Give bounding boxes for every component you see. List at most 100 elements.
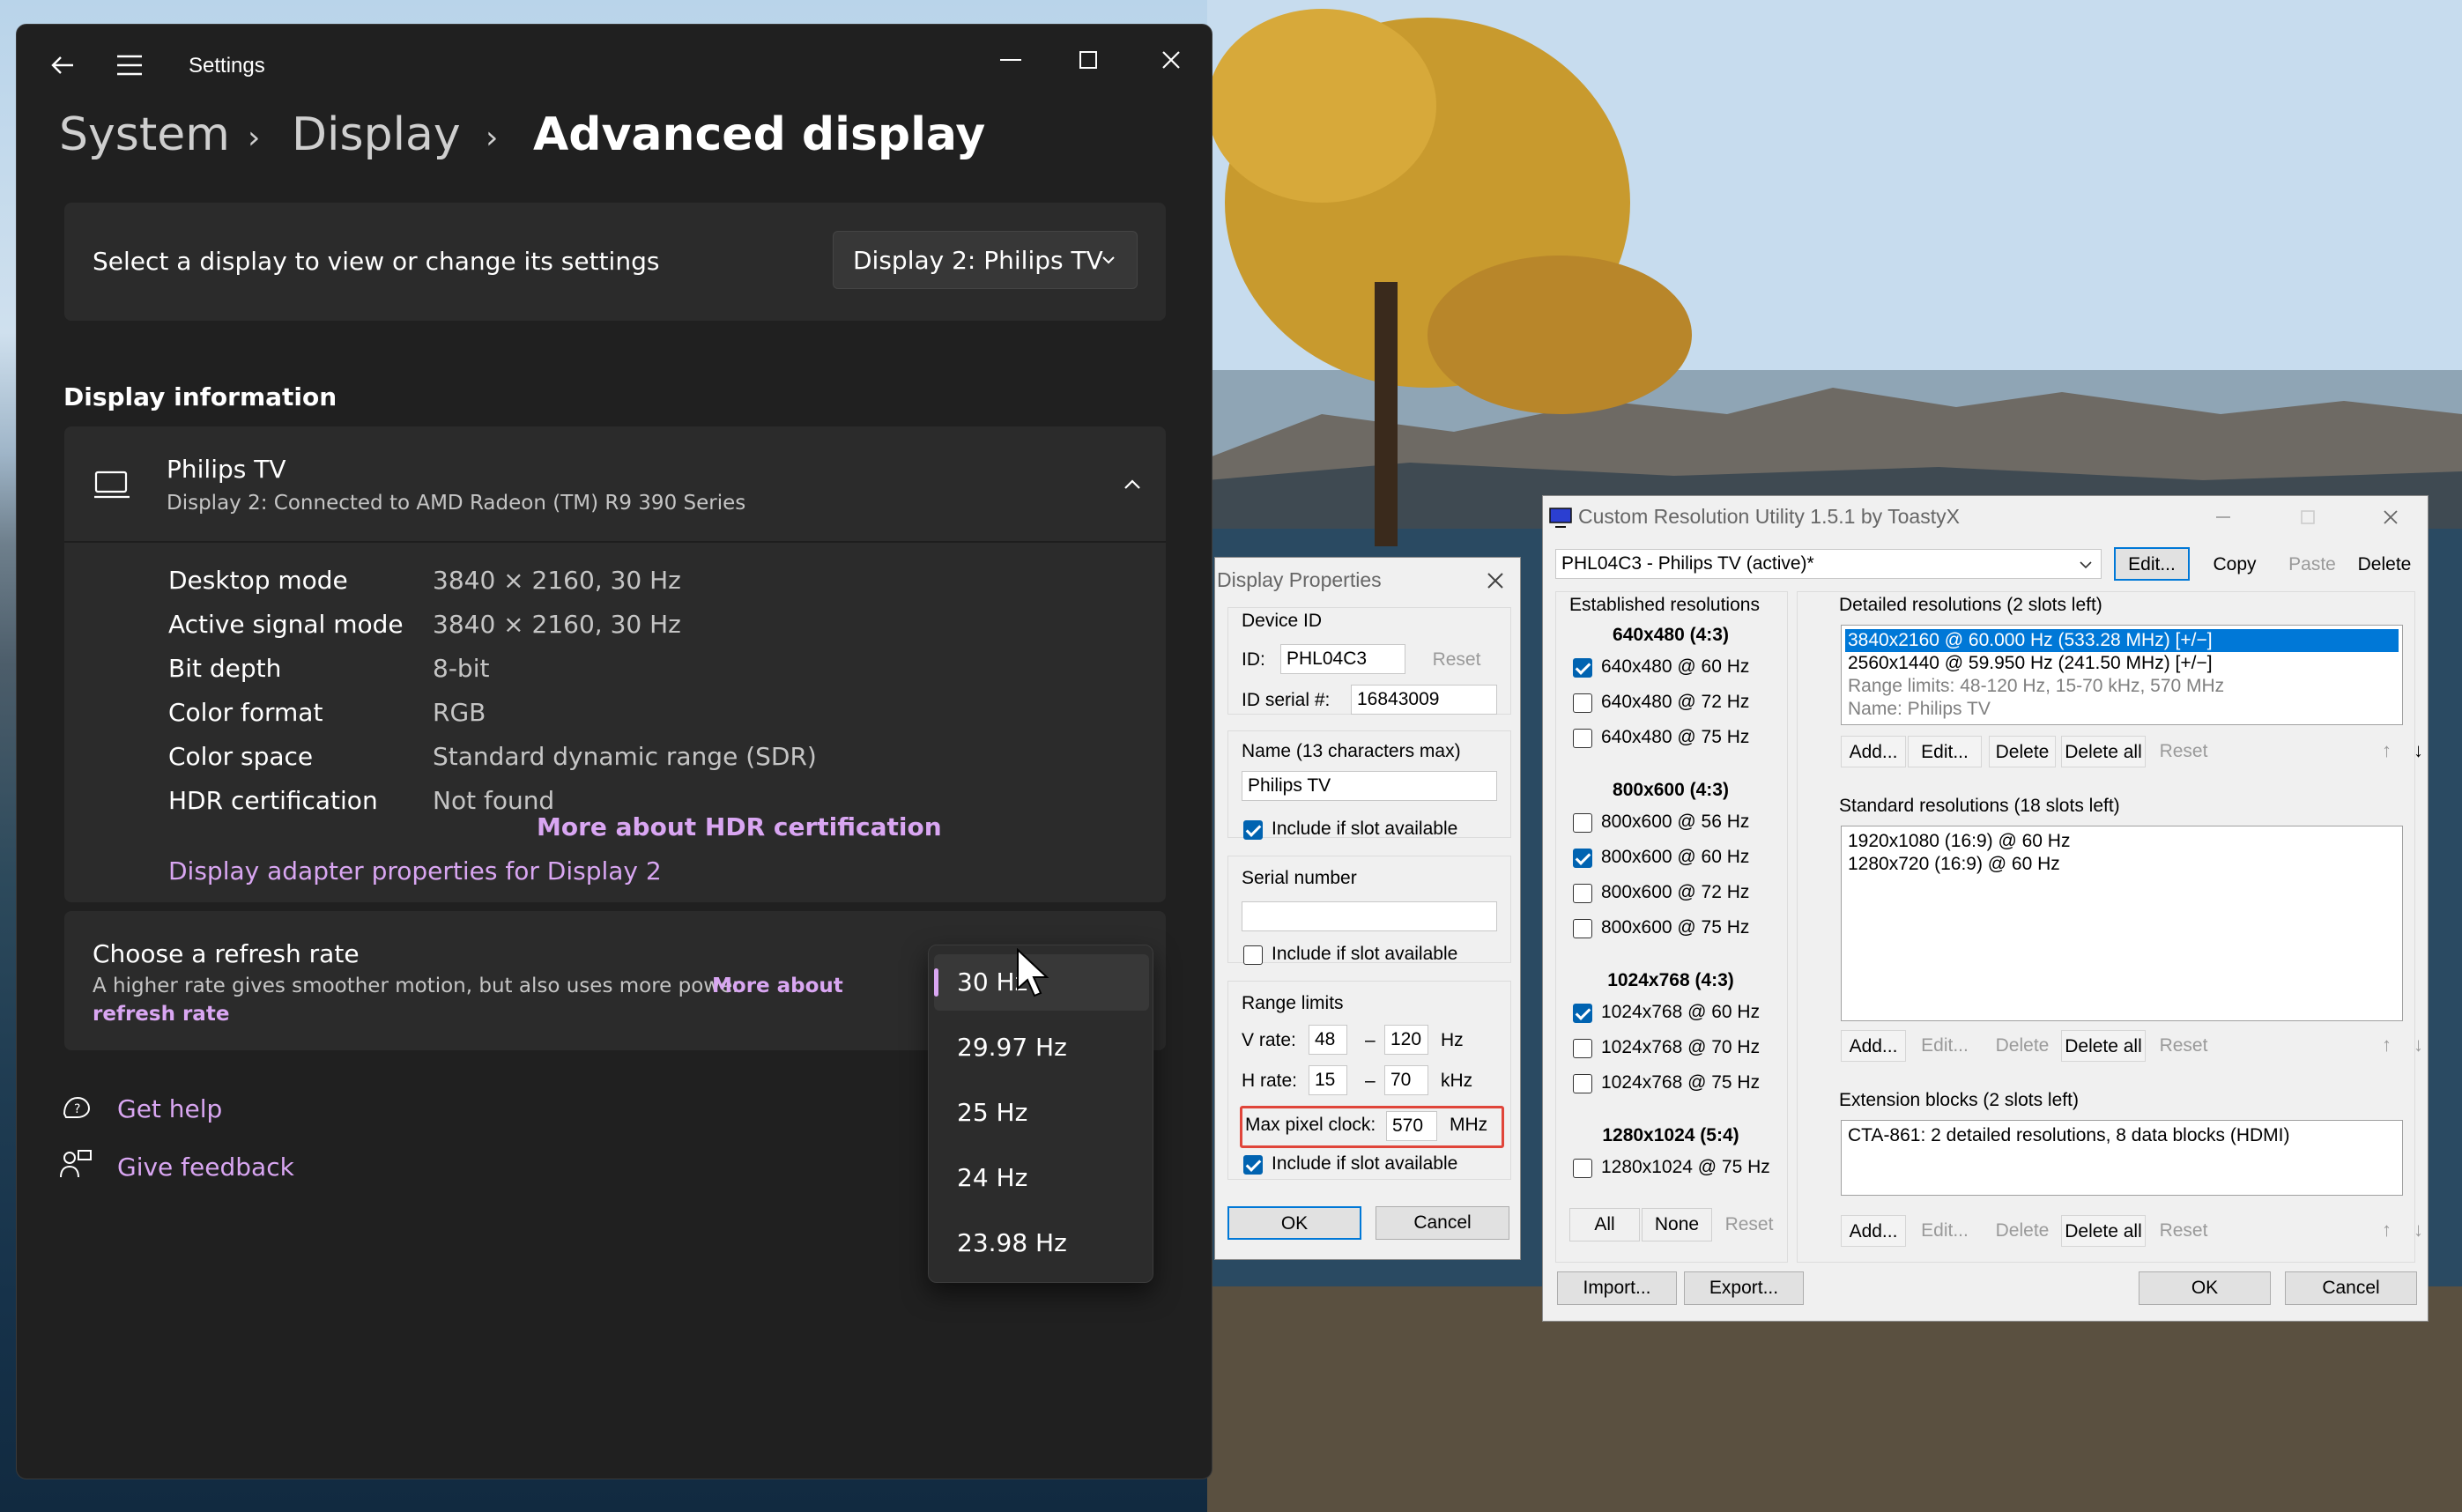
resolution-checkbox[interactable] bbox=[1573, 1159, 1592, 1178]
list-edit-button[interactable]: Edit... bbox=[1908, 1030, 1982, 1062]
cru-cancel-button[interactable]: Cancel bbox=[2285, 1271, 2417, 1305]
list-delete-button[interactable]: Delete bbox=[1989, 736, 2056, 767]
dialog-title: Display Properties bbox=[1217, 568, 1382, 591]
id-reset-button[interactable]: Reset bbox=[1414, 644, 1499, 676]
back-arrow-icon[interactable] bbox=[47, 49, 78, 81]
list-deleteall-button[interactable]: Delete all bbox=[2061, 1215, 2146, 1247]
max-pixel-clock-input[interactable]: 570 bbox=[1386, 1111, 1437, 1141]
resolution-checkbox[interactable] bbox=[1573, 693, 1592, 713]
list-item[interactable]: Range limits: 48-120 Hz, 15-70 kHz, 570 … bbox=[1845, 675, 2227, 698]
list-add-button[interactable]: Add... bbox=[1841, 1215, 1906, 1247]
list-deleteall-button[interactable]: Delete all bbox=[2061, 1030, 2146, 1062]
refresh-option[interactable]: 25 Hz bbox=[929, 1085, 1154, 1141]
name-include-checkbox[interactable] bbox=[1243, 820, 1263, 840]
range-include-checkbox[interactable] bbox=[1243, 1155, 1263, 1175]
resolution-checkbox[interactable] bbox=[1573, 729, 1592, 748]
minimize-icon[interactable] bbox=[2209, 503, 2237, 531]
breadcrumb-system[interactable]: System bbox=[59, 108, 230, 161]
monitor-edit-button[interactable]: Edit... bbox=[2114, 547, 2190, 581]
import-button[interactable]: Import... bbox=[1557, 1271, 1677, 1305]
list-deleteall-button[interactable]: Delete all bbox=[2061, 736, 2146, 767]
resolution-checkbox[interactable] bbox=[1573, 1004, 1592, 1023]
maximize-icon[interactable] bbox=[2294, 503, 2322, 531]
vrate-min-input[interactable]: 48 bbox=[1309, 1025, 1347, 1055]
monitor-copy-button[interactable]: Copy bbox=[2197, 549, 2273, 581]
chevron-down-icon bbox=[1098, 249, 1119, 271]
id-serial-input[interactable]: 16843009 bbox=[1351, 685, 1497, 715]
hrate-max-input[interactable]: 70 bbox=[1384, 1065, 1428, 1095]
export-button[interactable]: Export... bbox=[1684, 1271, 1804, 1305]
resolution-checkbox[interactable] bbox=[1573, 1039, 1592, 1058]
get-help-row[interactable]: ? Get help bbox=[59, 1086, 412, 1130]
extension-title: Extension blocks (2 slots left) bbox=[1839, 1090, 2079, 1110]
minimize-icon[interactable] bbox=[993, 42, 1028, 78]
move-down-icon[interactable]: ↓ bbox=[2414, 1219, 2423, 1241]
list-add-button[interactable]: Add... bbox=[1841, 736, 1906, 767]
info-value: Standard dynamic range (SDR) bbox=[433, 742, 817, 771]
resolution-checkbox[interactable] bbox=[1573, 1074, 1592, 1093]
cru-ok-button[interactable]: OK bbox=[2139, 1271, 2271, 1305]
monitor-paste-button[interactable]: Paste bbox=[2274, 549, 2350, 581]
standard-list[interactable]: 1920x1080 (16:9) @ 60 Hz 1280x720 (16:9)… bbox=[1841, 826, 2403, 1021]
close-icon[interactable] bbox=[2377, 503, 2405, 531]
move-down-icon[interactable]: ↓ bbox=[2414, 739, 2423, 762]
refresh-rate-link-line2[interactable]: refresh rate bbox=[93, 1003, 229, 1026]
hamburger-menu-icon[interactable] bbox=[114, 51, 145, 79]
list-reset-button[interactable]: Reset bbox=[2151, 736, 2216, 767]
serial-number-input[interactable] bbox=[1242, 901, 1497, 931]
list-item[interactable]: CTA-861: 2 detailed resolutions, 8 data … bbox=[1845, 1124, 2293, 1147]
breadcrumb-display[interactable]: Display bbox=[292, 108, 461, 161]
established-none-button[interactable]: None bbox=[1642, 1208, 1712, 1241]
give-feedback-row[interactable]: Give feedback bbox=[59, 1144, 412, 1188]
refresh-option[interactable]: 29.97 Hz bbox=[929, 1019, 1154, 1076]
refresh-option[interactable]: 24 Hz bbox=[929, 1150, 1154, 1206]
resolution-label: 640x480 @ 75 Hz bbox=[1601, 727, 1750, 747]
move-up-icon[interactable]: ↑ bbox=[2382, 1219, 2392, 1241]
monitor-delete-button[interactable]: Delete bbox=[2347, 549, 2422, 581]
list-item[interactable]: Name: Philips TV bbox=[1845, 698, 1993, 721]
hdr-certification-link[interactable]: More about HDR certification bbox=[537, 812, 942, 841]
chevron-up-icon[interactable] bbox=[1120, 472, 1145, 497]
resolution-checkbox[interactable] bbox=[1573, 849, 1592, 868]
refresh-rate-link[interactable]: More about bbox=[712, 975, 843, 997]
established-all-button[interactable]: All bbox=[1569, 1208, 1640, 1241]
resolution-checkbox[interactable] bbox=[1573, 919, 1592, 938]
list-edit-button[interactable]: Edit... bbox=[1908, 736, 1982, 767]
list-reset-button[interactable]: Reset bbox=[2151, 1215, 2216, 1247]
list-edit-button[interactable]: Edit... bbox=[1908, 1215, 1982, 1247]
refresh-option[interactable]: 23.98 Hz bbox=[929, 1215, 1154, 1271]
list-item[interactable]: 1920x1080 (16:9) @ 60 Hz bbox=[1845, 830, 2073, 853]
vrate-max-input[interactable]: 120 bbox=[1384, 1025, 1428, 1055]
established-reset-button[interactable]: Reset bbox=[1714, 1209, 1784, 1241]
extension-list[interactable]: CTA-861: 2 detailed resolutions, 8 data … bbox=[1841, 1120, 2403, 1196]
name-input[interactable]: Philips TV bbox=[1242, 771, 1497, 801]
resolution-checkbox[interactable] bbox=[1573, 884, 1592, 903]
display-dropdown[interactable]: Display 2: Philips TV bbox=[833, 231, 1138, 289]
cancel-button[interactable]: Cancel bbox=[1376, 1206, 1509, 1240]
display-info-header[interactable]: Philips TV Display 2: Connected to AMD R… bbox=[64, 426, 1166, 541]
list-delete-button[interactable]: Delete bbox=[1989, 1030, 2056, 1062]
list-add-button[interactable]: Add... bbox=[1841, 1030, 1906, 1062]
detailed-list[interactable]: 3840x2160 @ 60.000 Hz (533.28 MHz) [+/−]… bbox=[1841, 625, 2403, 725]
move-up-icon[interactable]: ↑ bbox=[2382, 1034, 2392, 1056]
ok-button[interactable]: OK bbox=[1227, 1206, 1361, 1240]
close-icon[interactable] bbox=[1153, 42, 1189, 78]
device-id-group-label: Device ID bbox=[1242, 611, 1323, 631]
move-up-icon[interactable]: ↑ bbox=[2382, 739, 2392, 762]
list-delete-button[interactable]: Delete bbox=[1989, 1215, 2056, 1247]
list-item[interactable]: 2560x1440 @ 59.950 Hz (241.50 MHz) [+/−] bbox=[1845, 652, 2215, 675]
monitor-select[interactable]: PHL04C3 - Philips TV (active)* bbox=[1555, 549, 2102, 579]
chevron-down-icon bbox=[2075, 554, 2096, 575]
maximize-icon[interactable] bbox=[1071, 42, 1106, 78]
id-input[interactable]: PHL04C3 bbox=[1280, 644, 1405, 674]
list-reset-button[interactable]: Reset bbox=[2151, 1030, 2216, 1062]
move-down-icon[interactable]: ↓ bbox=[2414, 1034, 2423, 1056]
list-item[interactable]: 1280x720 (16:9) @ 60 Hz bbox=[1845, 853, 2063, 876]
hrate-min-input[interactable]: 15 bbox=[1309, 1065, 1347, 1095]
resolution-checkbox[interactable] bbox=[1573, 813, 1592, 833]
serial-include-checkbox[interactable] bbox=[1243, 945, 1263, 965]
display-adapter-link[interactable]: Display adapter properties for Display 2 bbox=[168, 856, 662, 886]
close-icon[interactable] bbox=[1481, 567, 1509, 595]
list-item[interactable]: 3840x2160 @ 60.000 Hz (533.28 MHz) [+/−] bbox=[1845, 629, 2399, 652]
resolution-checkbox[interactable] bbox=[1573, 658, 1592, 678]
